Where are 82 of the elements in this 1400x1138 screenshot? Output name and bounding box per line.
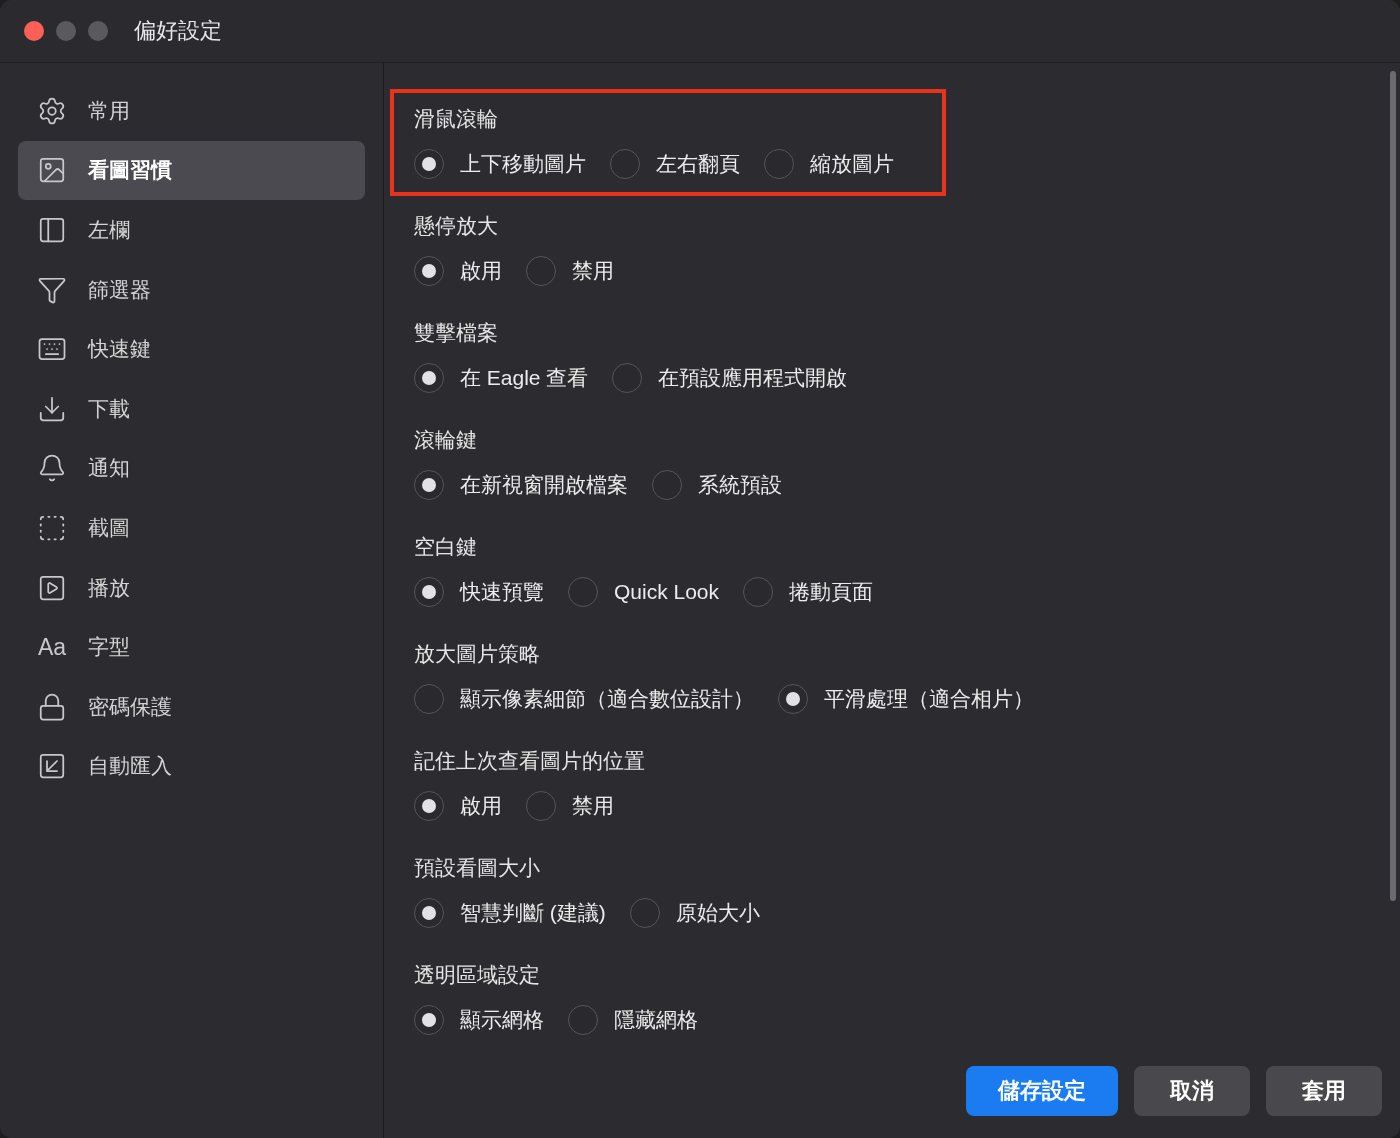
radio-label[interactable]: Quick Look [614,580,720,604]
sidebar-item[interactable]: 播放 [18,557,365,618]
setting-title: 透明區域設定 [414,962,541,988]
radio-button[interactable] [778,684,808,714]
setting-title: 滑鼠滾輪 [414,106,499,132]
sidebar-item[interactable]: 密碼保護 [18,676,365,737]
radio-label[interactable]: 左右翻頁 [656,150,740,178]
setting-title: 記住上次查看圖片的位置 [414,748,645,774]
setting-title: 空白鍵 [414,534,478,560]
sidebar-item[interactable]: 下載 [18,378,365,439]
setting-title: 放大圖片策略 [414,641,541,667]
radio-label[interactable]: 啟用 [460,257,502,285]
setting-title: 滾輪鍵 [414,427,478,453]
sidebar-item[interactable]: 篩選器 [18,259,365,320]
radio-label[interactable]: 顯示網格 [460,1006,544,1034]
radio-label[interactable]: 隱藏網格 [614,1006,698,1034]
radio-label[interactable]: 在預設應用程式開啟 [658,364,848,392]
sidebar-label: 播放 [88,574,130,601]
sidebar-label: 自動匯入 [88,753,172,780]
radio-label[interactable]: 禁用 [572,257,614,285]
radio-button[interactable] [414,470,444,500]
sidebar-label: 下載 [88,395,130,422]
radio-button[interactable] [526,791,556,821]
sidebar-item[interactable]: Aa 字型 [18,617,365,677]
sidebar-label: 截圖 [88,514,130,541]
radio-label[interactable]: 智慧判斷 (建議) [460,899,606,927]
setting-title: 預設看圖大小 [414,855,541,881]
sidebar-label: 字型 [88,634,130,661]
sidebar-label: 常用 [88,97,130,124]
sidebar-label: 看圖習慣 [88,157,172,184]
radio-label[interactable]: 啟用 [460,792,502,820]
sidebar-label: 左欄 [88,217,130,243]
sidebar-item[interactable]: 自動匯入 [18,736,365,797]
action-button[interactable]: 套用 [1266,1066,1382,1116]
minimize-button[interactable] [56,21,76,41]
radio-button[interactable] [743,577,774,607]
setting-title: 雙擊檔案 [414,320,499,346]
radio-button[interactable] [414,363,444,393]
radio-label[interactable]: 上下移動圖片 [460,150,586,178]
sidebar-item[interactable]: 常用 [18,81,365,141]
sidebar-label: 通知 [88,455,130,482]
radio-button[interactable] [414,898,444,928]
zoom-button[interactable] [88,21,108,41]
radio-label[interactable]: 系統預設 [698,471,782,499]
radio-button[interactable] [526,256,556,286]
sidebar-label: 快速鍵 [88,336,151,363]
radio-label[interactable]: 捲動頁面 [789,578,874,606]
sidebar-item[interactable]: 看圖習慣 [18,140,365,201]
sidebar-label: 篩選器 [88,276,151,303]
font-glyph: Aa [36,633,68,661]
radio-button[interactable] [414,791,444,821]
radio-button[interactable] [414,1005,444,1035]
setting-title: 懸停放大 [414,213,499,239]
radio-button[interactable] [414,149,444,179]
sidebar-item[interactable]: 通知 [18,438,365,499]
radio-button[interactable] [414,256,444,286]
sidebar-item[interactable]: 快速鍵 [18,319,365,379]
radio-button[interactable] [764,149,794,179]
radio-button[interactable] [414,684,444,714]
radio-label[interactable]: 縮放圖片 [810,150,894,178]
radio-label[interactable]: 原始大小 [675,899,760,927]
radio-button[interactable] [612,363,643,393]
radio-button[interactable] [610,149,640,179]
sidebar-item[interactable]: 左欄 [18,200,365,260]
radio-button[interactable] [568,1005,598,1035]
radio-label[interactable]: 在新視窗開啟檔案 [460,471,628,499]
radio-label[interactable]: 平滑處理（適合相片） [824,685,1034,713]
radio-button[interactable] [568,577,598,607]
window-title: 偏好設定 [134,17,222,45]
action-button[interactable]: 取消 [1134,1066,1250,1116]
radio-label[interactable]: 快速預覽 [460,578,544,606]
radio-label[interactable]: 顯示像素細節（適合數位設計） [460,685,754,713]
radio-button[interactable] [629,898,660,928]
radio-button[interactable] [414,577,444,607]
save-button[interactable]: 儲存設定 [966,1066,1118,1116]
scrollbar[interactable] [1390,71,1396,901]
sidebar-label: 密碼保護 [88,693,172,720]
radio-label[interactable]: 在 Eagle 查看 [460,364,589,392]
radio-button[interactable] [652,470,682,500]
radio-label[interactable]: 禁用 [572,792,614,820]
sidebar-item[interactable]: 截圖 [18,498,365,558]
close-button[interactable] [24,21,44,41]
